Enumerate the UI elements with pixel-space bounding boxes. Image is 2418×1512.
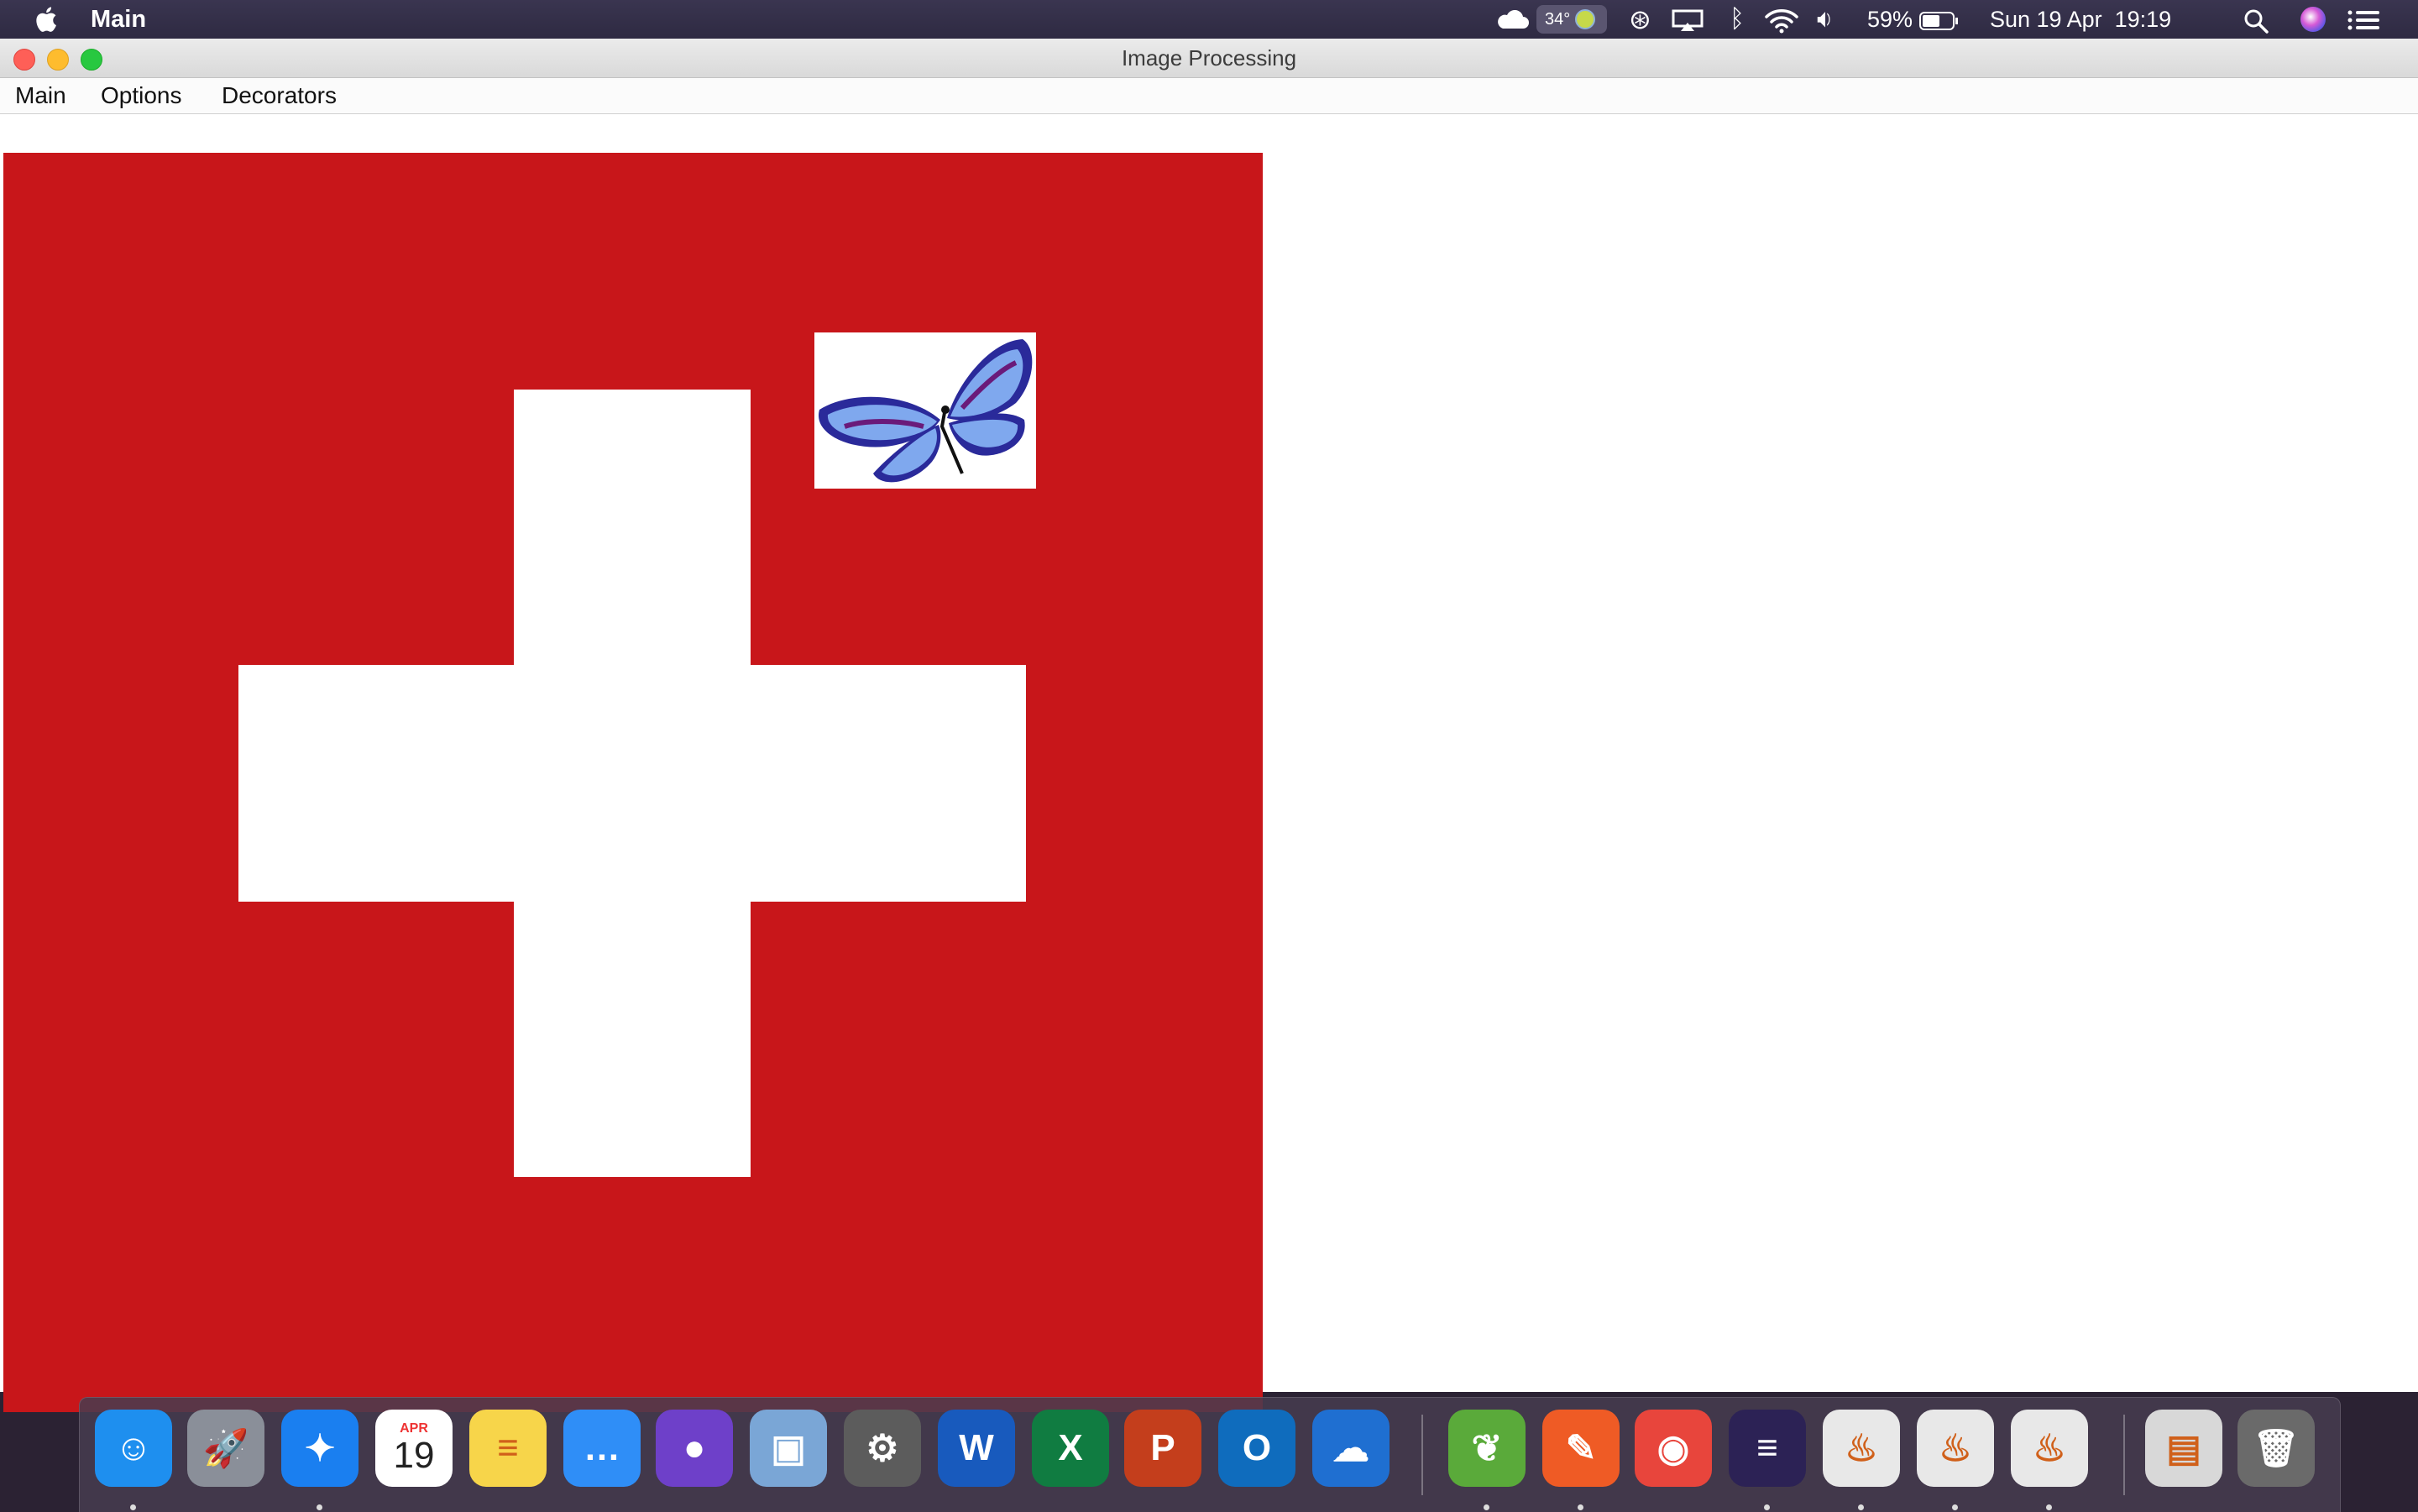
- java-app-icon-2[interactable]: ♨: [1917, 1410, 1994, 1487]
- calendar-icon[interactable]: APR 19: [375, 1410, 453, 1487]
- running-indicator: [1858, 1504, 1864, 1510]
- swiss-flag-image: [3, 153, 1263, 1412]
- launchpad-icon[interactable]: 🚀: [187, 1410, 264, 1487]
- siri-icon[interactable]: [2300, 7, 2326, 32]
- running-indicator: [130, 1504, 136, 1510]
- accessibility-icon[interactable]: ⊛: [1629, 0, 1651, 39]
- dock: ☺ 🚀 ✦ APR 19 ≡… ● ▣ ⚙ W X P O ☁ ❦ ✎ ◉ ≡ ♨ ♨ ♨ ▤ 🗑: [79, 1397, 2341, 1512]
- butterfly-decorator-image: [814, 332, 1036, 489]
- calendar-day: 19: [393, 1435, 435, 1476]
- apple-menu-icon[interactable]: [32, 5, 59, 34]
- outlook-icon[interactable]: O: [1218, 1410, 1295, 1487]
- documents-stack-icon[interactable]: ▤: [2145, 1410, 2222, 1487]
- word-icon[interactable]: W: [938, 1410, 1015, 1487]
- java-app-icon-3[interactable]: ♨: [2011, 1410, 2088, 1487]
- battery-icon[interactable]: [1919, 12, 1960, 30]
- notification-center-icon[interactable]: [2347, 10, 2381, 30]
- notes-icon[interactable]: ≡: [469, 1410, 547, 1487]
- menu-options[interactable]: Options: [101, 78, 182, 113]
- safari-icon[interactable]: ✦: [281, 1410, 359, 1487]
- spotlight-search-icon[interactable]: [2243, 8, 2269, 34]
- running-indicator: [1578, 1504, 1583, 1510]
- status-area: 34° ⊛ ᛒ 🔉︎ 59% Sun 19 Apr 19:19: [1494, 0, 2418, 39]
- spring-tool-suite-icon[interactable]: ❦: [1448, 1410, 1526, 1487]
- clock[interactable]: Sun 19 Apr 19:19: [1990, 0, 2171, 39]
- window-title: Image Processing: [1121, 45, 1297, 71]
- butterfly-icon: [819, 339, 1033, 483]
- weather-badge[interactable]: 34°: [1536, 5, 1607, 34]
- github-desktop-icon[interactable]: ●: [656, 1410, 733, 1487]
- airplay-icon[interactable]: [1671, 8, 1704, 32]
- app-menu-bar: Main Options Decorators: [0, 78, 2418, 114]
- system-preferences-icon[interactable]: ⚙: [844, 1410, 921, 1487]
- window-titlebar[interactable]: Image Processing: [0, 39, 2418, 78]
- messages-icon[interactable]: …: [563, 1410, 641, 1487]
- cross-horizontal-bar: [238, 665, 1026, 902]
- onedrive-icon[interactable]: ☁: [1312, 1410, 1390, 1487]
- system-menu-bar: Main 34° ⊛ ᛒ 🔉︎ 59% Sun 19 Apr 19:19: [0, 0, 2418, 39]
- preview-icon[interactable]: ▣: [750, 1410, 827, 1487]
- trash-icon[interactable]: 🗑: [2237, 1410, 2315, 1487]
- excel-icon[interactable]: X: [1032, 1410, 1109, 1487]
- image-processing-window: Image Processing Main Options Decorators: [0, 39, 2418, 1412]
- eclipse-icon[interactable]: ≡: [1729, 1410, 1806, 1487]
- dock-separator: [1421, 1415, 1423, 1495]
- running-indicator: [1484, 1504, 1489, 1510]
- volume-icon[interactable]: 🔉︎: [1817, 0, 1833, 39]
- chrome-icon[interactable]: ◉: [1635, 1410, 1712, 1487]
- battery-percent[interactable]: 59%: [1867, 0, 1913, 39]
- weather-temp: 34°: [1545, 9, 1571, 29]
- powerpoint-icon[interactable]: P: [1124, 1410, 1201, 1487]
- weather-dot-icon: [1575, 9, 1596, 29]
- running-indicator: [317, 1504, 322, 1510]
- running-indicator: [1952, 1504, 1958, 1510]
- running-indicator: [1764, 1504, 1770, 1510]
- postman-icon[interactable]: ✎: [1542, 1410, 1620, 1487]
- active-app-menu[interactable]: Main: [91, 0, 146, 39]
- menu-main[interactable]: Main: [15, 78, 66, 113]
- wifi-icon[interactable]: [1763, 8, 1800, 34]
- running-indicator: [2046, 1504, 2052, 1510]
- menu-decorators[interactable]: Decorators: [222, 78, 337, 113]
- dock-separator: [2123, 1415, 2125, 1495]
- java-app-icon-1[interactable]: ♨: [1823, 1410, 1900, 1487]
- bluetooth-icon[interactable]: ᛒ: [1730, 0, 1745, 39]
- finder-icon[interactable]: ☺: [95, 1410, 172, 1487]
- image-canvas[interactable]: [0, 114, 2418, 1412]
- weather-cloud-icon[interactable]: [1494, 10, 1530, 30]
